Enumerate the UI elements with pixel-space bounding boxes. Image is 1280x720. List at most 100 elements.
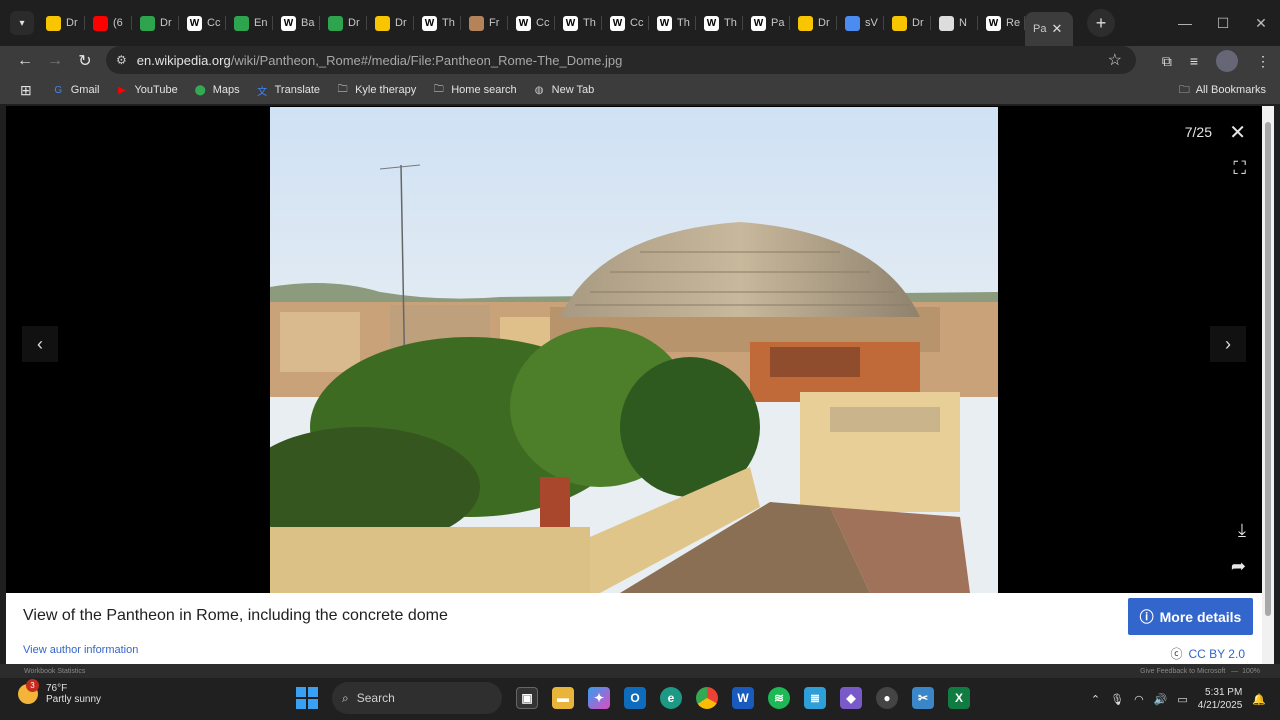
wifi-icon[interactable]: ◠ [1134, 693, 1144, 706]
browser-tab[interactable]: Dr [367, 6, 414, 40]
bookmark-item[interactable]: G Gmail [52, 84, 99, 97]
browser-tab[interactable]: En [226, 6, 273, 40]
browser-tab[interactable]: N [931, 6, 978, 40]
browser-tab[interactable]: Dr [132, 6, 179, 40]
bookmark-item[interactable]: 文 Translate [256, 84, 320, 98]
reload-icon[interactable]: ↻ [70, 46, 100, 76]
back-icon[interactable]: ← [10, 46, 40, 76]
bookmark-item[interactable]: 🗀 Home search [432, 84, 517, 97]
volume-icon[interactable]: 🔊 [1154, 693, 1168, 706]
media-viewer: 7/25 ✕ ⛶ ‹ › ⤓ ➦ [6, 106, 1262, 593]
bookmark-item[interactable]: ◍ New Tab [533, 84, 594, 97]
url-site: en.wikipedia.org [136, 52, 231, 68]
tab-label: Dr [66, 17, 78, 29]
system-tray: ⌃ 🎙 ◠ 🔊 ▭ 5:31 PM 4/21/2025 🔔 [1091, 678, 1266, 720]
wikipedia-icon: W [281, 15, 296, 31]
snipping-tool-icon[interactable]: ✂ [912, 687, 934, 709]
notepad-icon[interactable]: ≣ [804, 687, 826, 709]
battery-icon[interactable]: ▭ [1177, 693, 1187, 706]
taskbar-search[interactable]: ⌕ Search [332, 682, 502, 714]
star-icon[interactable]: ☆ [1108, 50, 1122, 70]
globe-icon: ◍ [534, 84, 544, 96]
obs-icon[interactable]: ● [876, 687, 898, 709]
active-tab[interactable]: Pa ✕ [1025, 12, 1073, 46]
file-explorer-icon[interactable]: ▬ [552, 687, 574, 709]
doc-icon [939, 15, 954, 31]
maximize-icon[interactable]: ☐ [1204, 0, 1242, 46]
fullscreen-icon[interactable]: ⛶ [1233, 158, 1246, 179]
view-author-link[interactable]: View author information [23, 644, 138, 656]
youtube-icon [93, 15, 108, 31]
close-window-icon[interactable]: ✕ [1242, 0, 1280, 46]
more-details-button[interactable]: ⓘ More details [1128, 598, 1253, 635]
chevron-up-icon[interactable]: ⌃ [1091, 693, 1100, 706]
tab-search-button[interactable]: ▾ [10, 11, 34, 35]
browser-tab[interactable]: W Th [696, 6, 743, 40]
clock[interactable]: 5:31 PM 4/21/2025 [1198, 686, 1243, 712]
browser-tab[interactable]: Fr [461, 6, 508, 40]
page-scrollbar[interactable] [1262, 106, 1274, 664]
bookmark-item[interactable]: ⬤ Maps [194, 84, 240, 97]
wikipedia-icon: W [986, 15, 1001, 31]
browser-tab[interactable]: Dr [320, 6, 367, 40]
weather-widget[interactable]: 3 76°F Partly sunny [18, 679, 101, 705]
scrollbar-thumb[interactable] [1265, 122, 1271, 616]
download-icon[interactable]: ⤓ [1238, 520, 1246, 541]
browser-tab[interactable]: sV [837, 6, 884, 40]
media-icon[interactable]: ≡ [1190, 53, 1198, 69]
browser-tab[interactable]: W Cc [179, 6, 226, 40]
tab-label: (6 [113, 17, 123, 29]
excel-icon[interactable]: X [948, 687, 970, 709]
browser-tab[interactable]: W Th [555, 6, 602, 40]
translate-icon: 文 [257, 86, 268, 98]
browser-tab[interactable]: W Cc [602, 6, 649, 40]
profile-avatar[interactable] [1216, 50, 1238, 72]
browser-tab[interactable]: W Th [649, 6, 696, 40]
wikipedia-icon: W [187, 15, 202, 31]
wikipedia-icon: W [610, 15, 625, 31]
extensions-icon[interactable]: ⧉ [1162, 53, 1172, 70]
share-icon[interactable]: ➦ [1231, 556, 1246, 577]
copilot-icon[interactable]: ✦ [588, 687, 610, 709]
word-icon[interactable]: W [732, 687, 754, 709]
microphone-icon[interactable]: 🎙 [1110, 693, 1124, 706]
task-view-icon[interactable]: ▣ [516, 687, 538, 709]
globe-icon [140, 15, 155, 31]
browser-tab[interactable]: (6 [85, 6, 132, 40]
tab-label: Th [442, 17, 455, 29]
new-tab-button[interactable]: + [1087, 9, 1115, 37]
start-button[interactable] [296, 687, 318, 709]
browser-tab[interactable]: Dr [38, 6, 85, 40]
weather-icon: 3 [18, 679, 39, 704]
browser-tab[interactable]: W Ba [273, 6, 320, 40]
notifications-icon[interactable]: 🔔 [1252, 693, 1266, 706]
forward-icon[interactable]: → [40, 46, 70, 76]
minimize-icon[interactable]: — [1166, 0, 1204, 46]
visual-studio-icon[interactable]: ◆ [840, 687, 862, 709]
apps-icon[interactable]: ⊞ [20, 82, 32, 99]
browser-tab[interactable]: W Th [414, 6, 461, 40]
spotify-icon[interactable]: ≋ [768, 687, 790, 709]
menu-icon[interactable]: ⋮ [1256, 53, 1270, 70]
yellow-doc-icon [375, 15, 390, 31]
close-viewer-icon[interactable]: ✕ [1229, 120, 1246, 145]
next-image-button[interactable]: › [1210, 326, 1246, 362]
address-bar[interactable]: ⚙ en.wikipedia.org/wiki/Pantheon,_Rome#/… [106, 46, 1136, 74]
browser-tab[interactable]: W Pa [743, 6, 790, 40]
browser-tab[interactable]: W Re [978, 6, 1025, 40]
browser-tab[interactable]: Dr [790, 6, 837, 40]
edge-icon[interactable]: e [660, 687, 682, 709]
browser-tab[interactable]: W Cc [508, 6, 555, 40]
cc-icon: ⓒ [1170, 647, 1183, 661]
bookmark-item[interactable]: ▶ YouTube [115, 84, 178, 97]
previous-image-button[interactable]: ‹ [22, 326, 58, 362]
close-tab-icon[interactable]: ✕ [1051, 21, 1062, 37]
all-bookmarks-button[interactable]: 🗀 All Bookmarks [1179, 81, 1266, 100]
chrome-icon[interactable] [696, 687, 718, 709]
browser-tab[interactable]: Dr [884, 6, 931, 40]
site-info-icon[interactable]: ⚙ [116, 53, 127, 67]
license-link[interactable]: ⓒ CC BY 2.0 [1171, 645, 1246, 662]
bookmark-item[interactable]: 🗀 Kyle therapy [336, 84, 417, 97]
outlook-icon[interactable]: O [624, 687, 646, 709]
google-icon: G [54, 84, 63, 96]
